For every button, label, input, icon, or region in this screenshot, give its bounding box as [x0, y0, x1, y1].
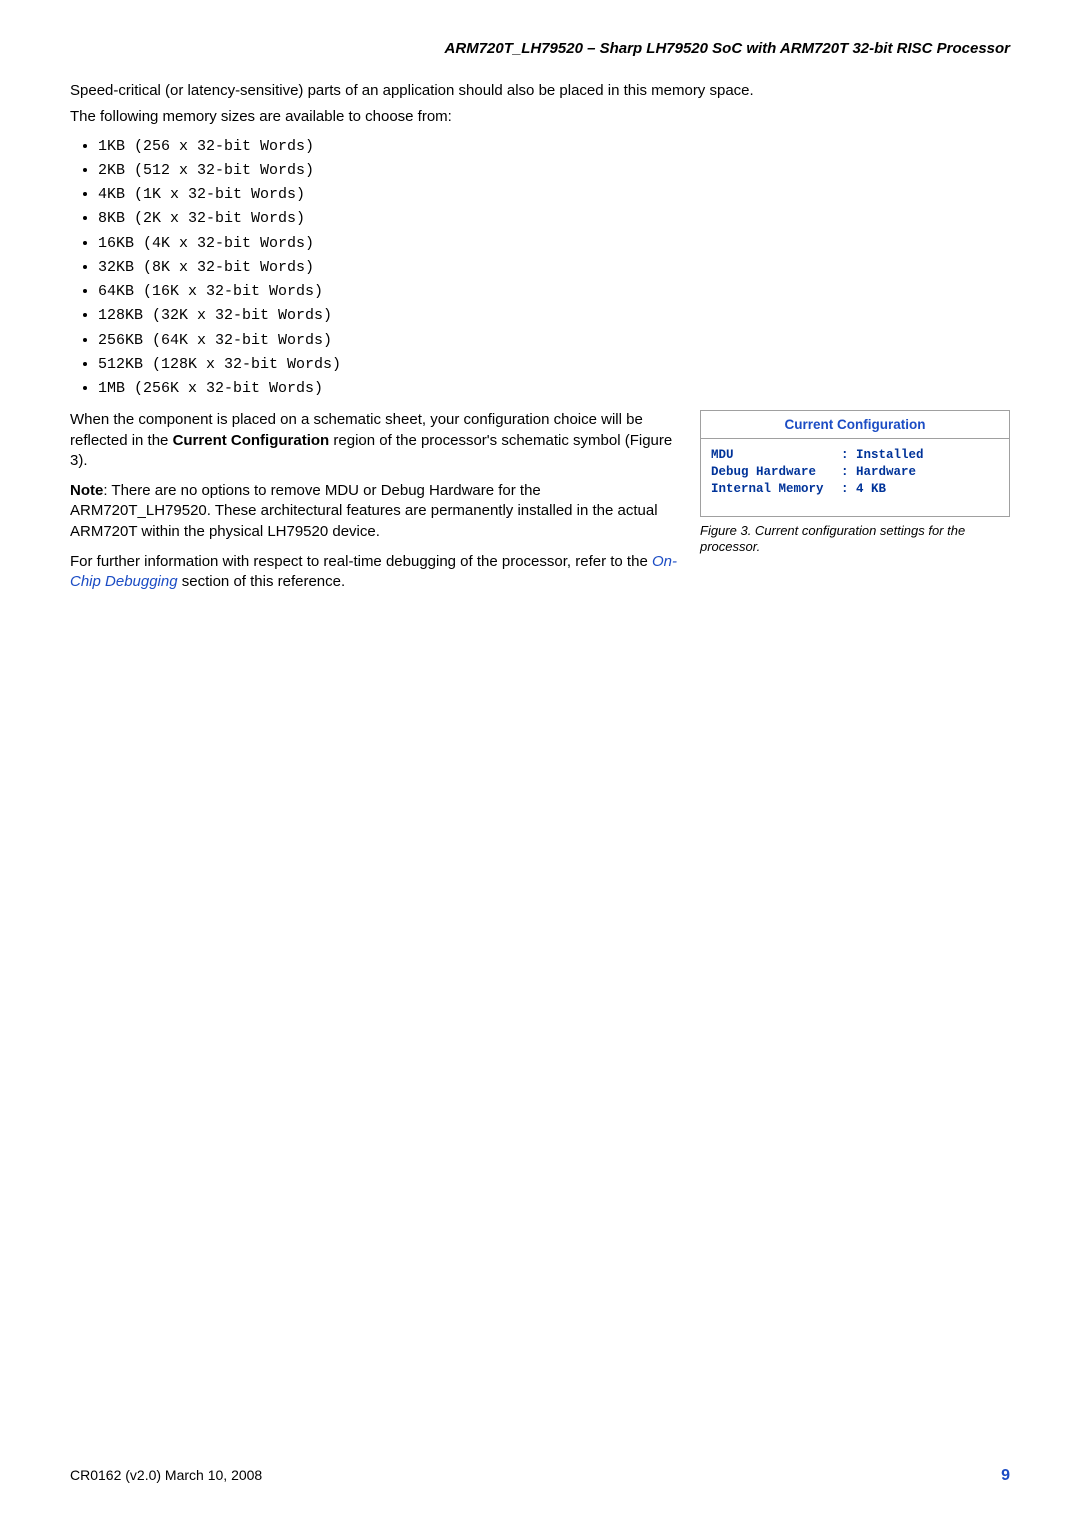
list-item: 1KB (256 x 32-bit Words) [98, 134, 1010, 158]
list-item: 256KB (64K x 32-bit Words) [98, 328, 1010, 352]
list-item: 512KB (128K x 32-bit Words) [98, 352, 1010, 376]
current-configuration-box: Current Configuration MDU: Installed Deb… [700, 410, 1010, 517]
page-footer: CR0162 (v2.0) March 10, 2008 9 [70, 1467, 1010, 1485]
footer-page-number: 9 [1001, 1467, 1010, 1485]
config-box-header: Current Configuration [701, 411, 1009, 439]
para-config-choice: When the component is placed on a schema… [70, 410, 682, 471]
config-box-body: MDU: Installed Debug Hardware: Hardware … [701, 439, 1009, 516]
text-span: section of this reference. [178, 573, 346, 590]
config-row-value: : Hardware [841, 465, 916, 479]
config-row-value: : Installed [841, 448, 924, 462]
list-item: 1MB (256K x 32-bit Words) [98, 376, 1010, 400]
list-item: 8KB (2K x 32-bit Words) [98, 206, 1010, 230]
intro-p2: The following memory sizes are available… [70, 107, 1010, 127]
intro-p1: Speed-critical (or latency-sensitive) pa… [70, 81, 1010, 101]
footer-left: CR0162 (v2.0) March 10, 2008 [70, 1467, 262, 1485]
list-item: 2KB (512 x 32-bit Words) [98, 158, 1010, 182]
list-item: 128KB (32K x 32-bit Words) [98, 303, 1010, 327]
config-row-value: : 4 KB [841, 482, 886, 496]
text-span-bold: Note [70, 482, 103, 499]
config-row-label: MDU [711, 447, 841, 464]
page-header-title: ARM720T_LH79520 – Sharp LH79520 SoC with… [70, 40, 1010, 57]
list-item: 4KB (1K x 32-bit Words) [98, 182, 1010, 206]
list-item: 64KB (16K x 32-bit Words) [98, 279, 1010, 303]
figure-caption: Figure 3. Current configuration settings… [700, 523, 1010, 556]
para-note: Note: There are no options to remove MDU… [70, 481, 682, 542]
text-span: : There are no options to remove MDU or … [70, 482, 658, 540]
list-item: 16KB (4K x 32-bit Words) [98, 231, 1010, 255]
memory-size-list: 1KB (256 x 32-bit Words) 2KB (512 x 32-b… [70, 134, 1010, 401]
para-further-info: For further information with respect to … [70, 552, 682, 593]
config-row-label: Internal Memory [711, 481, 841, 498]
text-span: For further information with respect to … [70, 553, 652, 570]
config-row-label: Debug Hardware [711, 464, 841, 481]
text-span-bold: Current Configuration [173, 432, 330, 449]
list-item: 32KB (8K x 32-bit Words) [98, 255, 1010, 279]
